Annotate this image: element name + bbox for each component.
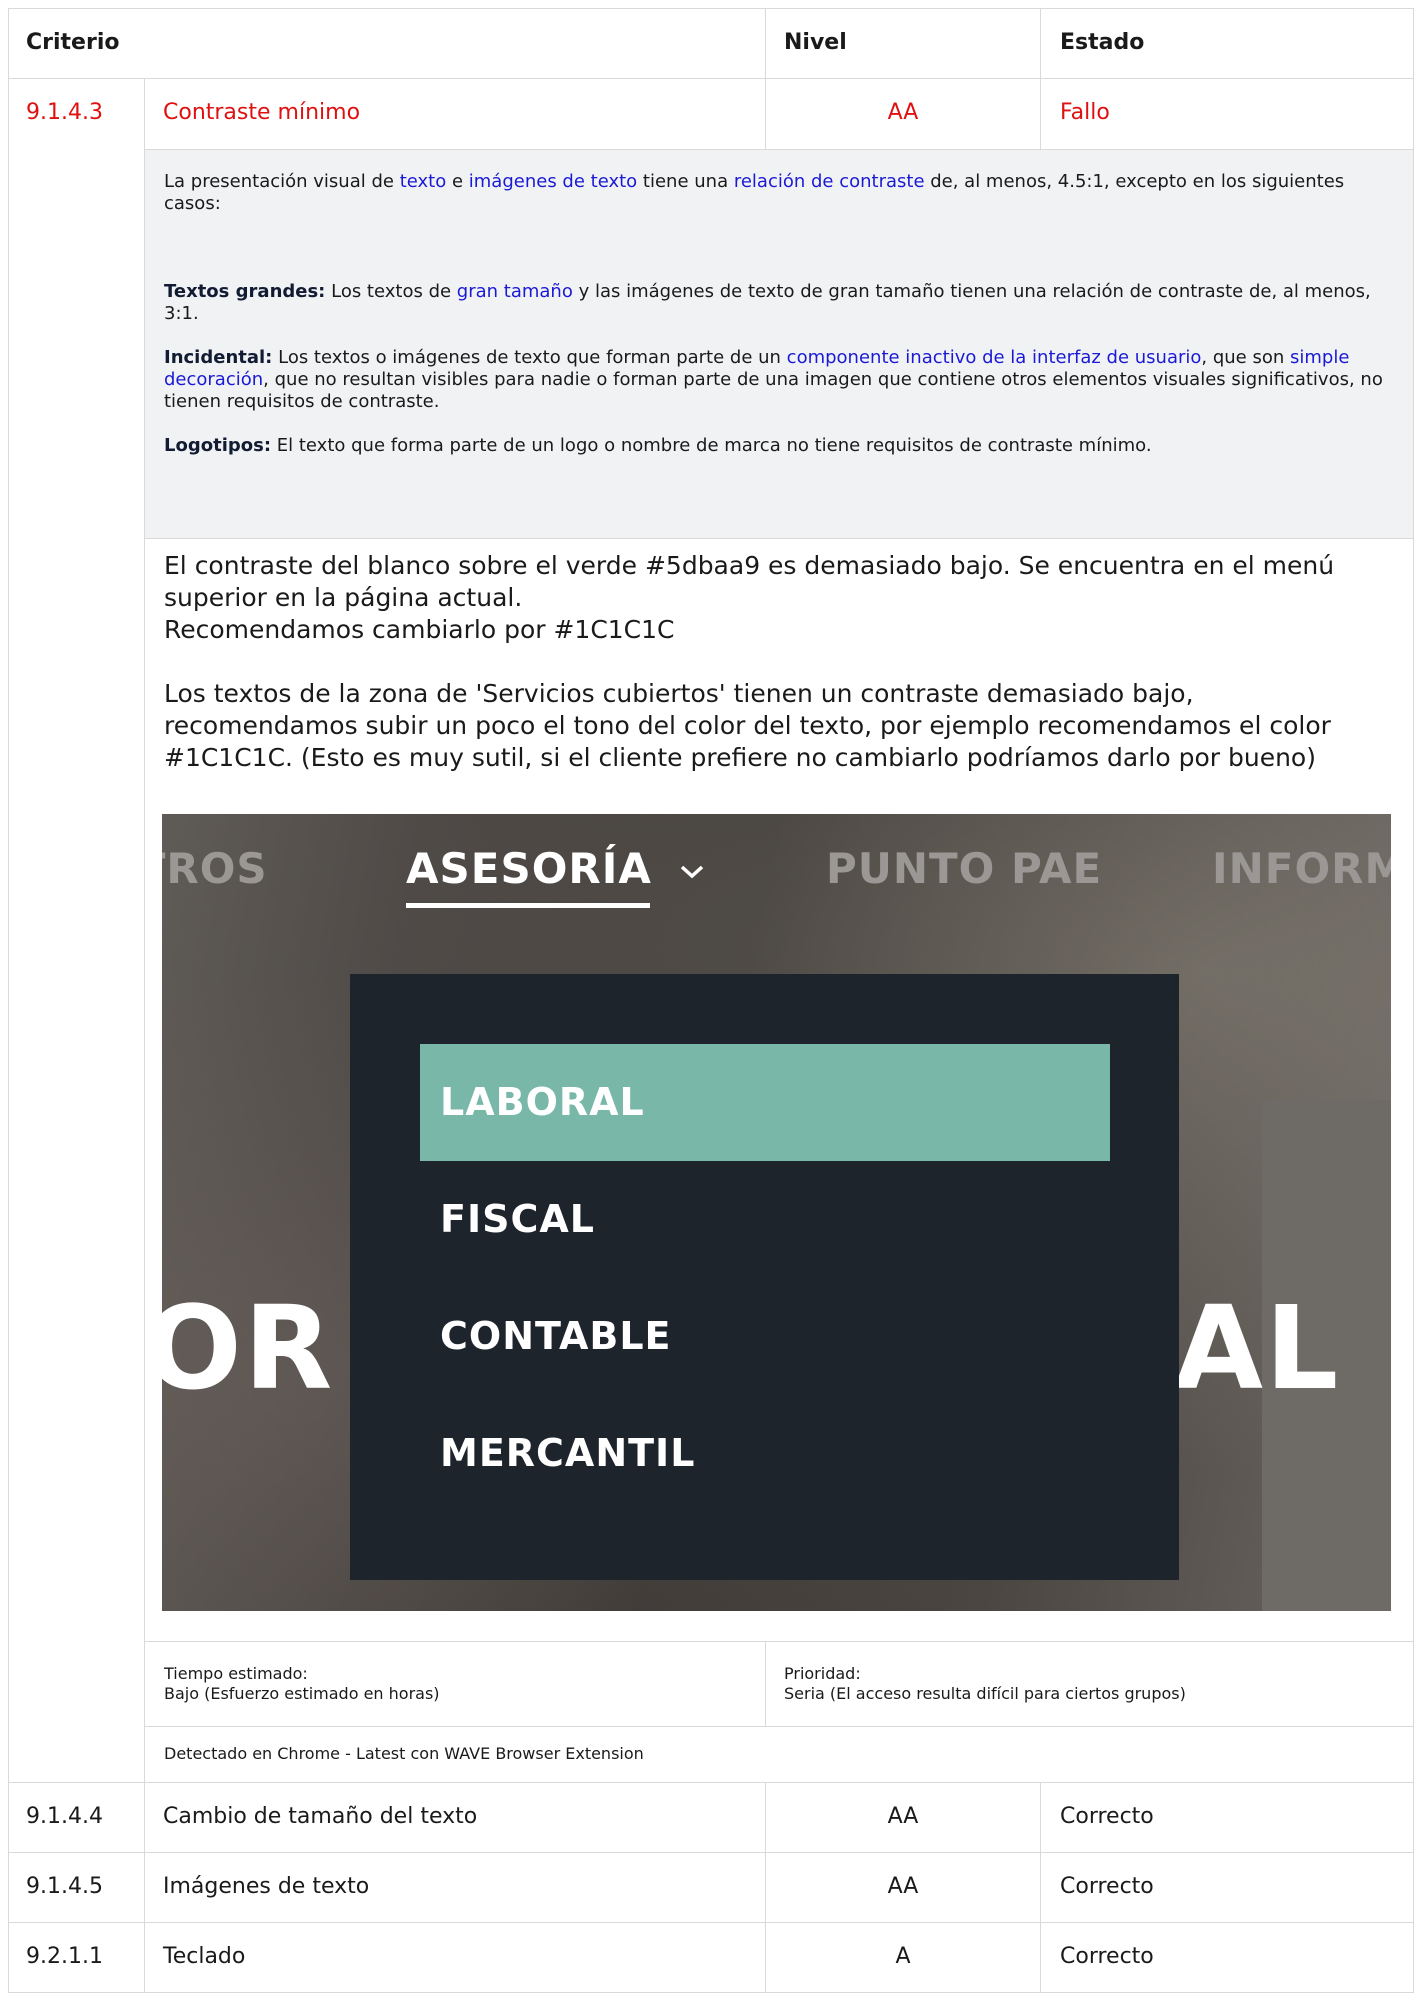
header-criterio: Criterio xyxy=(26,30,120,55)
row-name[interactable]: Imágenes de texto xyxy=(163,1874,369,1899)
row-status: Correcto xyxy=(1060,1944,1154,1969)
row-level: AA xyxy=(887,1874,919,1899)
prioridad-text: Prioridad: Seria (El acceso resulta difí… xyxy=(784,1664,1186,1704)
dropdown-item-laboral: LABORAL xyxy=(420,1044,1110,1161)
comment-text: El contraste del blanco sobre el verde #… xyxy=(164,550,1384,774)
nav-item-asesoria: ASESORÍA xyxy=(406,844,652,893)
header-estado: Estado xyxy=(1060,30,1145,55)
table-row: 9.2.1.1 Teclado A Correcto xyxy=(8,1922,1414,1993)
tiempo-text: Tiempo estimado: Bajo (Esfuerzo estimado… xyxy=(164,1664,440,1704)
definition-grandes: Textos grandes: Los textos de gran tamañ… xyxy=(164,281,1371,324)
definition-intro: La presentación visual de texto e imágen… xyxy=(164,171,1345,214)
row-status: Correcto xyxy=(1060,1804,1154,1829)
link-texto[interactable]: texto xyxy=(400,171,447,192)
link-imagenes-de-texto[interactable]: imágenes de texto xyxy=(469,171,637,192)
row-id: 9.2.1.1 xyxy=(26,1944,103,1969)
link-componente-inactivo[interactable]: componente inactivo de la interfaz de us… xyxy=(787,347,1202,368)
link-relacion-de-contraste[interactable]: relación de contraste xyxy=(734,171,925,192)
row-status: Correcto xyxy=(1060,1874,1154,1899)
prioridad-value: Seria (El acceso resulta difícil para ci… xyxy=(784,1684,1186,1703)
row-id: 9.1.4.4 xyxy=(26,1804,103,1829)
criterion-level: AA xyxy=(887,100,919,125)
tiempo-label: Tiempo estimado: xyxy=(164,1664,308,1683)
dropdown-item-fiscal: FISCAL xyxy=(440,1197,595,1241)
dropdown-item-contable: CONTABLE xyxy=(440,1314,672,1358)
link-gran-tamano[interactable]: gran tamaño xyxy=(457,281,573,302)
prioridad-label: Prioridad: xyxy=(784,1664,861,1683)
hero-text-right: AL xyxy=(1174,1282,1341,1416)
nav-item-punto-pae: PUNTO PAE xyxy=(826,844,1103,893)
chevron-down-icon xyxy=(680,865,704,879)
definition-incidental: Incidental: Los textos o imágenes de tex… xyxy=(164,347,1383,412)
comment-line-2: Recomendamos cambiarlo por #1C1C1C xyxy=(164,615,675,644)
website-menu-screenshot: OR AL OTROS ASESORÍA PUNTO PAE INFORM LA… xyxy=(162,814,1391,1611)
criterion-name[interactable]: Contraste mínimo xyxy=(163,100,360,125)
row-name[interactable]: Cambio de tamaño del texto xyxy=(163,1804,477,1829)
comment-paragraph-2: Los textos de la zona de 'Servicios cubi… xyxy=(164,679,1331,772)
definition-logotipos: Logotipos: El texto que forma parte de u… xyxy=(164,435,1152,456)
row-id: 9.1.4.5 xyxy=(26,1874,103,1899)
criterion-status: Fallo xyxy=(1060,100,1110,125)
header-nivel: Nivel xyxy=(784,30,847,55)
detected-text: Detectado en Chrome - Latest con WAVE Br… xyxy=(164,1744,644,1763)
criterion-id: 9.1.4.3 xyxy=(26,100,103,125)
comment-line-1: El contraste del blanco sobre el verde #… xyxy=(164,551,1335,612)
row-name[interactable]: Teclado xyxy=(163,1944,245,1969)
hero-text-left: OR xyxy=(162,1282,335,1416)
table-row: 9.1.4.4 Cambio de tamaño del texto AA Co… xyxy=(8,1782,1414,1853)
nav-item-otros: OTROS xyxy=(162,844,268,893)
nav-active-underline xyxy=(406,903,650,908)
dropdown-menu: LABORAL FISCAL CONTABLE MERCANTIL xyxy=(350,974,1179,1580)
tiempo-value: Bajo (Esfuerzo estimado en horas) xyxy=(164,1684,440,1703)
nav-item-inform: INFORM xyxy=(1212,844,1391,893)
row-level: AA xyxy=(887,1804,919,1829)
row-id-cell xyxy=(8,78,145,1783)
row-level: A xyxy=(895,1944,911,1969)
table-row: 9.1.4.5 Imágenes de texto AA Correcto xyxy=(8,1852,1414,1923)
header-cell-criterio xyxy=(8,8,766,79)
dropdown-item-mercantil: MERCANTIL xyxy=(440,1431,696,1475)
definition-text: La presentación visual de texto e imágen… xyxy=(164,171,1394,479)
